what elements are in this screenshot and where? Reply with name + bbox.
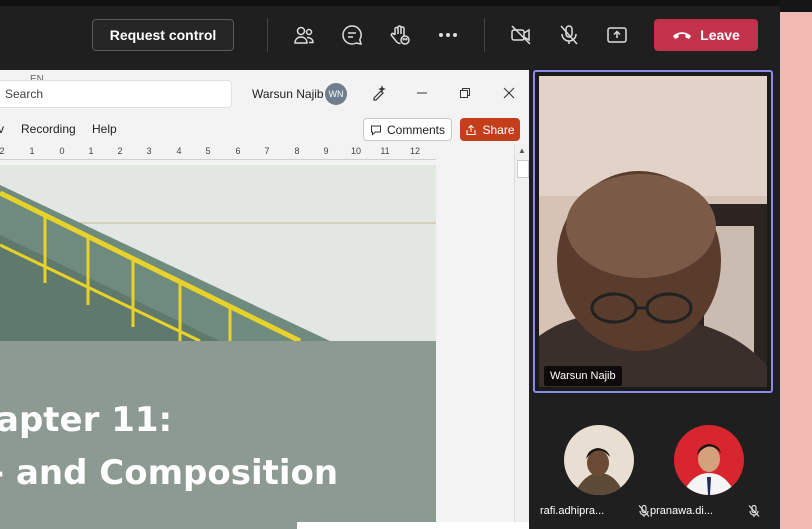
participant-name: pranawa.di... (650, 505, 713, 517)
ruler-tick: 0 (59, 146, 65, 156)
toolbar-divider (267, 18, 268, 52)
shared-screen: EN Search Warsun Najib WN v Recording He… (0, 70, 529, 529)
designer-pen-icon[interactable] (370, 84, 388, 102)
people-icon[interactable] (290, 21, 318, 49)
participant-avatar (674, 425, 744, 495)
raise-hand-icon[interactable] (386, 21, 414, 49)
phone-hangup-icon (673, 32, 692, 39)
mic-off-icon[interactable] (555, 21, 583, 49)
share-label: Share (482, 122, 515, 137)
ruler-tick: 7 (264, 146, 270, 156)
status-bar-strip (297, 522, 529, 529)
comments-label: Comments (386, 122, 445, 137)
participant-avatar (564, 425, 634, 495)
toolbar-top-edge (0, 0, 780, 6)
participant-video (539, 76, 767, 387)
participant-tile[interactable]: rafi.adhipra... (540, 425, 650, 525)
staircase-photo (0, 165, 436, 341)
scrollbar-thumb[interactable] (517, 160, 529, 178)
ruler-tick: 6 (235, 146, 241, 156)
adjacent-window-top (780, 0, 812, 12)
comment-icon (370, 125, 381, 136)
ruler-tick: 3 (146, 146, 152, 156)
camera-off-icon[interactable] (507, 21, 535, 49)
share-icon (466, 124, 476, 135)
more-options-icon[interactable] (434, 21, 462, 49)
participants-panel: Warsun Najib rafi.adhipra... pranawa.di.… (529, 70, 780, 529)
vertical-scrollbar[interactable]: ▲ (514, 144, 529, 529)
document-canvas-margin (436, 144, 514, 529)
menu-tab-help[interactable]: Help (92, 122, 117, 136)
search-input[interactable]: Search (0, 80, 232, 108)
document-page[interactable]: apter 11: - and Composition (0, 165, 436, 529)
mic-off-icon (748, 504, 760, 517)
toolbar-divider (484, 18, 485, 52)
ruler-tick: 5 (205, 146, 211, 156)
share-screen-icon[interactable] (603, 21, 631, 49)
main-video-tile[interactable]: Warsun Najib (533, 70, 773, 393)
meeting-toolbar: Request control Leave (0, 0, 780, 70)
comments-button[interactable]: Comments (363, 118, 452, 141)
ruler-tick: 1 (88, 146, 94, 156)
ruler-tick: 1 (29, 146, 35, 156)
horizontal-ruler: 2 1 0 1 2 3 4 5 6 7 8 9 10 11 12 (0, 144, 436, 160)
ruler-tick: 9 (323, 146, 329, 156)
ruler-tick: 2 (0, 146, 5, 156)
document-heading-line2: - and Composition (0, 453, 339, 493)
ruler-tick: 12 (409, 146, 421, 156)
ruler-tick: 8 (294, 146, 300, 156)
menu-tab-recording[interactable]: Recording (21, 122, 76, 136)
document-heading-line1: apter 11: (0, 400, 173, 440)
mic-off-icon (638, 504, 650, 517)
chat-icon[interactable] (338, 21, 366, 49)
leave-label: Leave (700, 27, 740, 43)
ruler-tick: 2 (117, 146, 123, 156)
close-icon[interactable] (500, 84, 518, 102)
minimize-icon[interactable] (413, 84, 431, 102)
participant-name: rafi.adhipra... (540, 505, 605, 517)
request-control-button[interactable]: Request control (92, 19, 234, 51)
adjacent-window-edge (780, 0, 812, 529)
participant-tile[interactable]: pranawa.di... (650, 425, 760, 525)
ruler-tick: 10 (350, 146, 362, 156)
account-name: Warsun Najib (252, 87, 324, 101)
leave-button[interactable]: Leave (654, 19, 758, 51)
account-avatar[interactable]: WN (325, 83, 347, 105)
ruler-tick: 11 (380, 146, 390, 156)
menu-tab-view[interactable]: v (0, 122, 4, 136)
ruler-tick: 4 (176, 146, 182, 156)
restore-icon[interactable] (456, 84, 474, 102)
participant-name-tag: Warsun Najib (544, 366, 622, 386)
share-button[interactable]: Share (460, 118, 520, 141)
scroll-up-icon[interactable]: ▲ (518, 146, 526, 155)
